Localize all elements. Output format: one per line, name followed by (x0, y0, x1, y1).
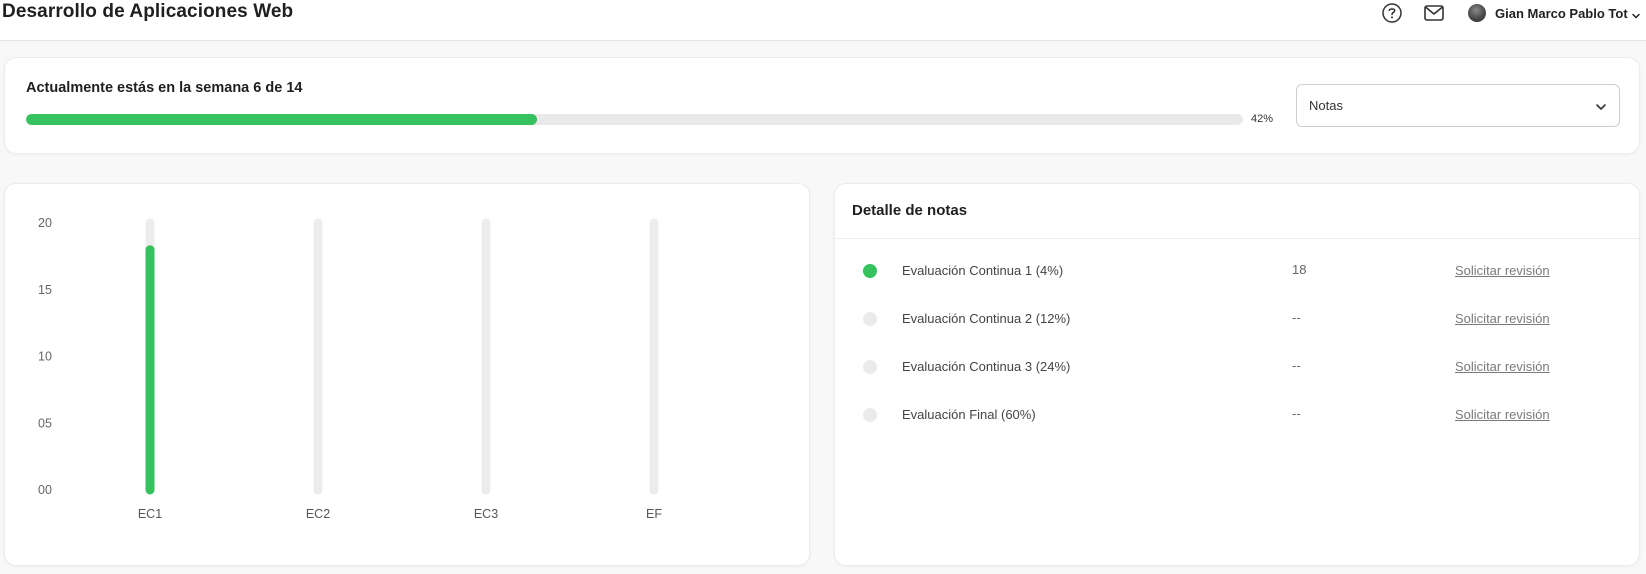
top-bar: Desarrollo de Aplicaciones Web Gian Marc… (0, 0, 1646, 41)
week-progress-text: Actualmente estás en la semana 6 de 14 (26, 80, 303, 96)
y-tick-label: 05 (38, 416, 52, 430)
y-tick-label: 10 (38, 350, 52, 364)
detail-title: Detalle de notas (852, 202, 968, 219)
grade-row: Evaluación Continua 1 (4%) 18 Solicitar re… (835, 259, 1639, 283)
grade-name: Evaluación Continua 3 (24%) (902, 359, 1071, 374)
grade-row: Evaluación Continua 3 (24%) -- Solicitar r… (835, 355, 1639, 379)
grade-name: Evaluación Continua 1 (4%) (902, 263, 1064, 278)
view-select[interactable]: Notas (1296, 84, 1620, 127)
status-dot (863, 264, 877, 278)
request-review-link[interactable]: Solicitar revisión (1455, 407, 1550, 422)
grade-row: Evaluación Final (60%) -- Solicitar revisi… (835, 403, 1639, 427)
grade-score: -- (1292, 358, 1301, 373)
request-review-link[interactable]: Solicitar revisión (1455, 311, 1550, 326)
question-circle-icon[interactable] (1381, 2, 1403, 24)
grades-chart: 00 05 10 15 20 EC1 EC2 EC3 EF (38, 216, 662, 521)
grades-chart-card: 00 05 10 15 20 EC1 EC2 EC3 EF (4, 183, 810, 566)
x-tick-label: EC3 (474, 507, 498, 521)
y-tick-label: 20 (38, 216, 52, 230)
request-review-link[interactable]: Solicitar revisión (1455, 263, 1550, 278)
status-dot (863, 312, 877, 326)
chevron-down-icon (1631, 8, 1641, 19)
page-title: Desarrollo de Aplicaciones Web (2, 1, 294, 22)
grade-name: Evaluación Continua 2 (12%) (902, 311, 1071, 326)
grade-score: 18 (1292, 262, 1307, 277)
week-progress-percent: 42% (1251, 113, 1274, 125)
grades-detail-card: Detalle de notas Evaluación Continua 1 (… (834, 183, 1640, 566)
grade-row: Evaluación Continua 2 (12%) -- Solicitar r… (835, 307, 1639, 331)
week-progress-bar (26, 114, 1243, 125)
grade-score: -- (1292, 406, 1301, 421)
avatar (1468, 4, 1486, 22)
y-tick-label: 15 (38, 283, 52, 297)
request-review-link[interactable]: Solicitar revisión (1455, 359, 1550, 374)
y-tick-label: 00 (38, 483, 52, 497)
view-select-value: Notas (1309, 98, 1343, 113)
divider (835, 238, 1639, 239)
grade-score: -- (1292, 310, 1301, 325)
grade-name: Evaluación Final (60%) (902, 407, 1036, 422)
envelope-icon[interactable] (1423, 2, 1445, 24)
user-menu[interactable]: Gian Marco Pablo Tot (1468, 3, 1641, 23)
user-name: Gian Marco Pablo Tot (1495, 5, 1628, 21)
status-dot (863, 360, 877, 374)
x-tick-label: EC2 (306, 507, 330, 521)
chevron-down-icon (1595, 100, 1607, 112)
x-tick-label: EC1 (138, 507, 162, 521)
x-tick-label: EF (646, 507, 662, 521)
status-dot (863, 408, 877, 422)
week-progress-card: Actualmente estás en la semana 6 de 14 4… (4, 57, 1640, 154)
week-progress-fill (26, 114, 538, 125)
